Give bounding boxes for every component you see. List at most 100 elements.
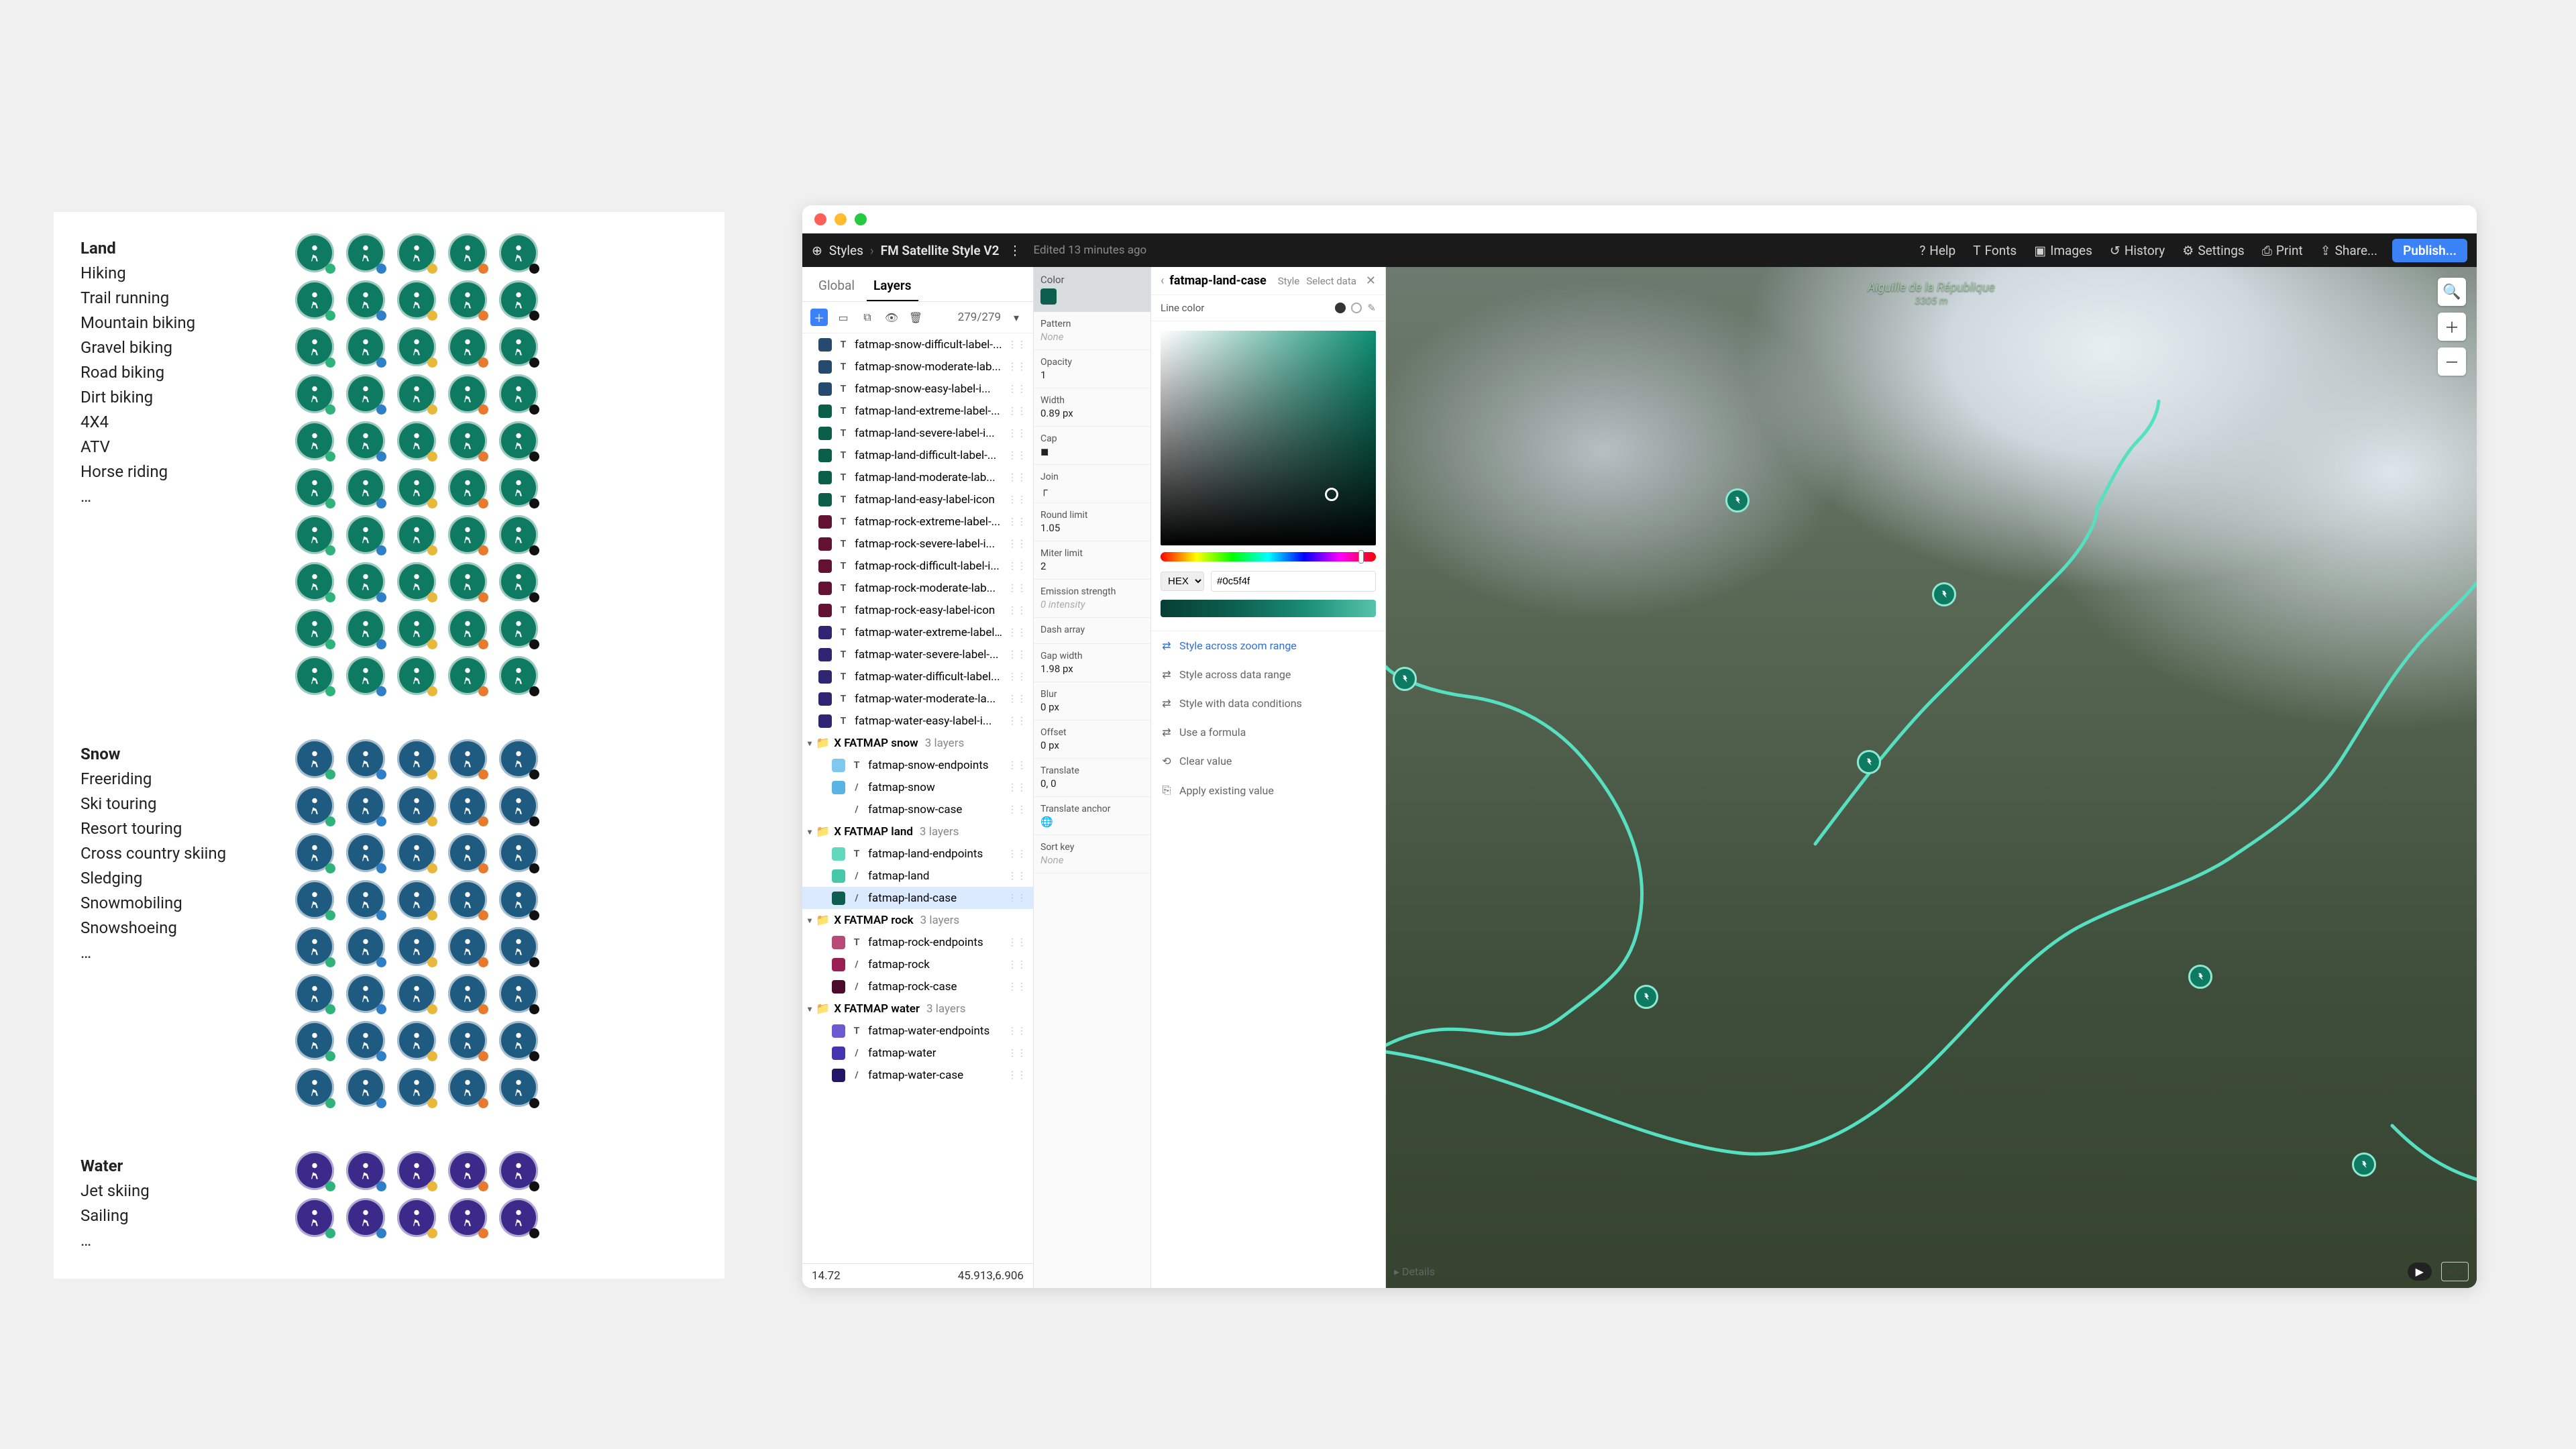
- style-option[interactable]: ⇄Use a formula: [1151, 718, 1385, 747]
- filter-icon[interactable]: ▾: [1008, 309, 1025, 326]
- duplicate-icon[interactable]: ⧉: [859, 309, 876, 326]
- layer-row[interactable]: Tfatmap-snow-difficult-label-...⋮⋮: [802, 333, 1033, 356]
- map-marker[interactable]: [1393, 667, 1417, 691]
- drag-handle-icon[interactable]: ⋮⋮: [1008, 472, 1026, 483]
- map-marker[interactable]: [1932, 582, 1956, 606]
- map-marker[interactable]: [1634, 985, 1658, 1009]
- property-row[interactable]: Sort keyNone: [1034, 835, 1150, 873]
- drag-handle-icon[interactable]: ⋮⋮: [1008, 406, 1026, 417]
- home-icon[interactable]: ⊕: [812, 243, 822, 258]
- layer-row[interactable]: Tfatmap-land-easy-label-icon⋮⋮: [802, 488, 1033, 511]
- property-row[interactable]: Emission strength0 intensity: [1034, 580, 1150, 618]
- drag-handle-icon[interactable]: ⋮⋮: [1008, 517, 1026, 527]
- clear-value[interactable]: ⟲Clear value: [1151, 747, 1385, 775]
- code-toggle[interactable]: </>: [2441, 1262, 2469, 1281]
- zoom-window-icon[interactable]: [855, 213, 867, 225]
- property-row[interactable]: Blur0 px: [1034, 682, 1150, 720]
- fonts-button[interactable]: TFonts: [1973, 243, 2017, 258]
- crumb-style[interactable]: FM Satellite Style V2: [881, 243, 1000, 258]
- style-link[interactable]: Style: [1278, 275, 1300, 287]
- crumb-root[interactable]: Styles: [829, 243, 863, 258]
- layer-row[interactable]: /fatmap-rock-case⋮⋮: [802, 975, 1033, 998]
- zoom-in-button[interactable]: ＋: [2438, 313, 2466, 341]
- style-option[interactable]: ⇄Style across data range: [1151, 660, 1385, 689]
- property-row[interactable]: Round limit1.05: [1034, 503, 1150, 541]
- history-button[interactable]: ↺History: [2110, 243, 2165, 258]
- property-row[interactable]: Miter limit2: [1034, 541, 1150, 580]
- layer-row[interactable]: Tfatmap-water-endpoints⋮⋮: [802, 1020, 1033, 1042]
- property-row[interactable]: Join┌: [1034, 465, 1150, 503]
- crumb-menu-icon[interactable]: ⋮: [1008, 243, 1021, 258]
- property-row[interactable]: Dash array: [1034, 618, 1150, 644]
- zoom-out-button[interactable]: －: [2438, 347, 2466, 376]
- layer-row[interactable]: Tfatmap-rock-severe-label-i...⋮⋮: [802, 533, 1033, 555]
- property-row[interactable]: Opacity1: [1034, 350, 1150, 388]
- drag-handle-icon[interactable]: ⋮⋮: [1008, 428, 1026, 439]
- layer-row[interactable]: Tfatmap-rock-endpoints⋮⋮: [802, 931, 1033, 953]
- hue-slider[interactable]: [1161, 552, 1376, 561]
- select-data-link[interactable]: Select data: [1306, 275, 1356, 287]
- print-button[interactable]: ⎙Print: [2262, 243, 2303, 258]
- layer-row[interactable]: Tfatmap-land-extreme-label-...⋮⋮: [802, 400, 1033, 422]
- drag-handle-icon[interactable]: ⋮⋮: [1008, 782, 1026, 793]
- layer-row[interactable]: Tfatmap-land-endpoints⋮⋮: [802, 843, 1033, 865]
- layer-row[interactable]: Tfatmap-rock-extreme-label-...⋮⋮: [802, 511, 1033, 533]
- map-marker[interactable]: [2188, 965, 2212, 989]
- fill-mode-outline[interactable]: [1351, 303, 1362, 313]
- style-option[interactable]: ⇄Style with data conditions: [1151, 689, 1385, 718]
- hue-handle[interactable]: [1358, 550, 1364, 564]
- delete-icon[interactable]: 🗑: [907, 309, 924, 326]
- eyedropper-icon[interactable]: ✎: [1367, 302, 1376, 314]
- cursor-mode-toggle[interactable]: ▶: [2408, 1263, 2432, 1281]
- property-row[interactable]: Translate0, 0: [1034, 759, 1150, 797]
- layer-row[interactable]: /fatmap-rock⋮⋮: [802, 953, 1033, 975]
- layer-group[interactable]: ▾ 📁 X FATMAP snow3 layers: [802, 732, 1033, 754]
- visibility-icon[interactable]: 👁: [883, 309, 900, 326]
- publish-button[interactable]: Publish...: [2392, 239, 2467, 262]
- layer-row[interactable]: Tfatmap-water-severe-label-...⋮⋮: [802, 643, 1033, 665]
- layer-group[interactable]: ▾ 📁 X FATMAP water3 layers: [802, 998, 1033, 1020]
- drag-handle-icon[interactable]: ⋮⋮: [1008, 871, 1026, 881]
- property-row[interactable]: PatternNone: [1034, 312, 1150, 350]
- layer-list[interactable]: Tfatmap-snow-difficult-label-...⋮⋮ Tfatma…: [802, 333, 1033, 1263]
- fill-mode-solid[interactable]: [1335, 303, 1346, 313]
- layer-row[interactable]: Tfatmap-rock-difficult-label-i...⋮⋮: [802, 555, 1033, 577]
- property-row[interactable]: Gap width1.98 px: [1034, 644, 1150, 682]
- search-icon[interactable]: 🔍: [2438, 278, 2466, 306]
- apply-existing[interactable]: ⎘Apply existing value: [1151, 775, 1385, 805]
- tab-layers[interactable]: Layers: [867, 272, 918, 301]
- tab-global[interactable]: Global: [812, 272, 861, 301]
- layer-row[interactable]: Tfatmap-water-difficult-label...⋮⋮: [802, 665, 1033, 688]
- layer-row[interactable]: /fatmap-water-case⋮⋮: [802, 1064, 1033, 1086]
- layer-row[interactable]: Tfatmap-water-easy-label-i...⋮⋮: [802, 710, 1033, 732]
- layer-row[interactable]: Tfatmap-land-moderate-lab...⋮⋮: [802, 466, 1033, 488]
- layer-row[interactable]: Tfatmap-snow-endpoints⋮⋮: [802, 754, 1033, 776]
- color-cursor[interactable]: [1325, 488, 1338, 501]
- drag-handle-icon[interactable]: ⋮⋮: [1008, 1070, 1026, 1081]
- drag-handle-icon[interactable]: ⋮⋮: [1008, 760, 1026, 771]
- layer-row[interactable]: Tfatmap-snow-easy-label-i...⋮⋮: [802, 378, 1033, 400]
- drag-handle-icon[interactable]: ⋮⋮: [1008, 893, 1026, 904]
- details-toggle[interactable]: ▸ Details: [1394, 1265, 1435, 1278]
- color-field[interactable]: [1161, 331, 1376, 545]
- share-button[interactable]: ⇪Share...: [2320, 243, 2377, 258]
- close-icon[interactable]: ✕: [1366, 274, 1376, 288]
- layer-row[interactable]: Tfatmap-water-moderate-la...⋮⋮: [802, 688, 1033, 710]
- color-mode-select[interactable]: HEX: [1161, 572, 1204, 591]
- drag-handle-icon[interactable]: ⋮⋮: [1008, 539, 1026, 549]
- prop-color-swatch[interactable]: [1040, 288, 1057, 305]
- layer-group[interactable]: ▾ 📁 X FATMAP land3 layers: [802, 820, 1033, 843]
- drag-handle-icon[interactable]: ⋮⋮: [1008, 362, 1026, 372]
- style-option[interactable]: ⇄Style across zoom range: [1151, 631, 1385, 660]
- drag-handle-icon[interactable]: ⋮⋮: [1008, 605, 1026, 616]
- layer-row[interactable]: /fatmap-water⋮⋮: [802, 1042, 1033, 1064]
- drag-handle-icon[interactable]: ⋮⋮: [1008, 672, 1026, 682]
- layer-row[interactable]: Tfatmap-water-extreme-label...⋮⋮: [802, 621, 1033, 643]
- back-icon[interactable]: ‹: [1161, 274, 1164, 288]
- layer-row[interactable]: /fatmap-land⋮⋮: [802, 865, 1033, 887]
- layer-row[interactable]: /fatmap-land-case⋮⋮: [802, 887, 1033, 909]
- property-row[interactable]: Width0.89 px: [1034, 388, 1150, 427]
- close-window-icon[interactable]: [814, 213, 826, 225]
- settings-button[interactable]: ⚙Settings: [2182, 243, 2244, 258]
- layer-row[interactable]: /fatmap-snow⋮⋮: [802, 776, 1033, 798]
